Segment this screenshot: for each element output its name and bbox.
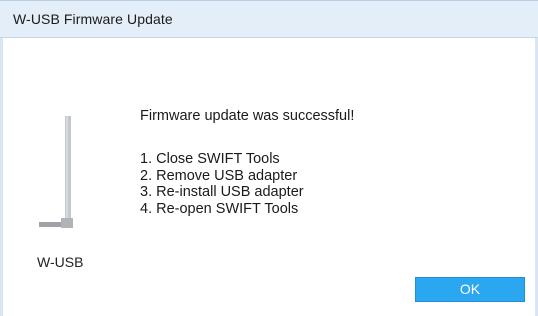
instruction-step: 3. Re-install USB adapter <box>140 184 304 200</box>
firmware-update-dialog: W-USB Firmware Update W-USB Firmware upd… <box>0 0 538 316</box>
window-title: W-USB Firmware Update <box>13 11 173 27</box>
instruction-step: 1. Close SWIFT Tools <box>140 151 280 167</box>
device-label: W-USB <box>37 254 84 270</box>
success-message: Firmware update was successful! <box>140 108 355 124</box>
title-bar[interactable]: W-USB Firmware Update <box>0 0 538 38</box>
dialog-content: W-USB Firmware update was successful! 1.… <box>3 38 535 316</box>
usb-adapter-icon <box>39 116 73 228</box>
ok-button[interactable]: OK <box>415 277 525 302</box>
instruction-step: 2. Remove USB adapter <box>140 167 298 184</box>
instruction-step: 4. Re-open SWIFT Tools <box>140 200 299 217</box>
instruction-list: 1. Close SWIFT Tools 2. Remove USB adapt… <box>140 151 304 217</box>
